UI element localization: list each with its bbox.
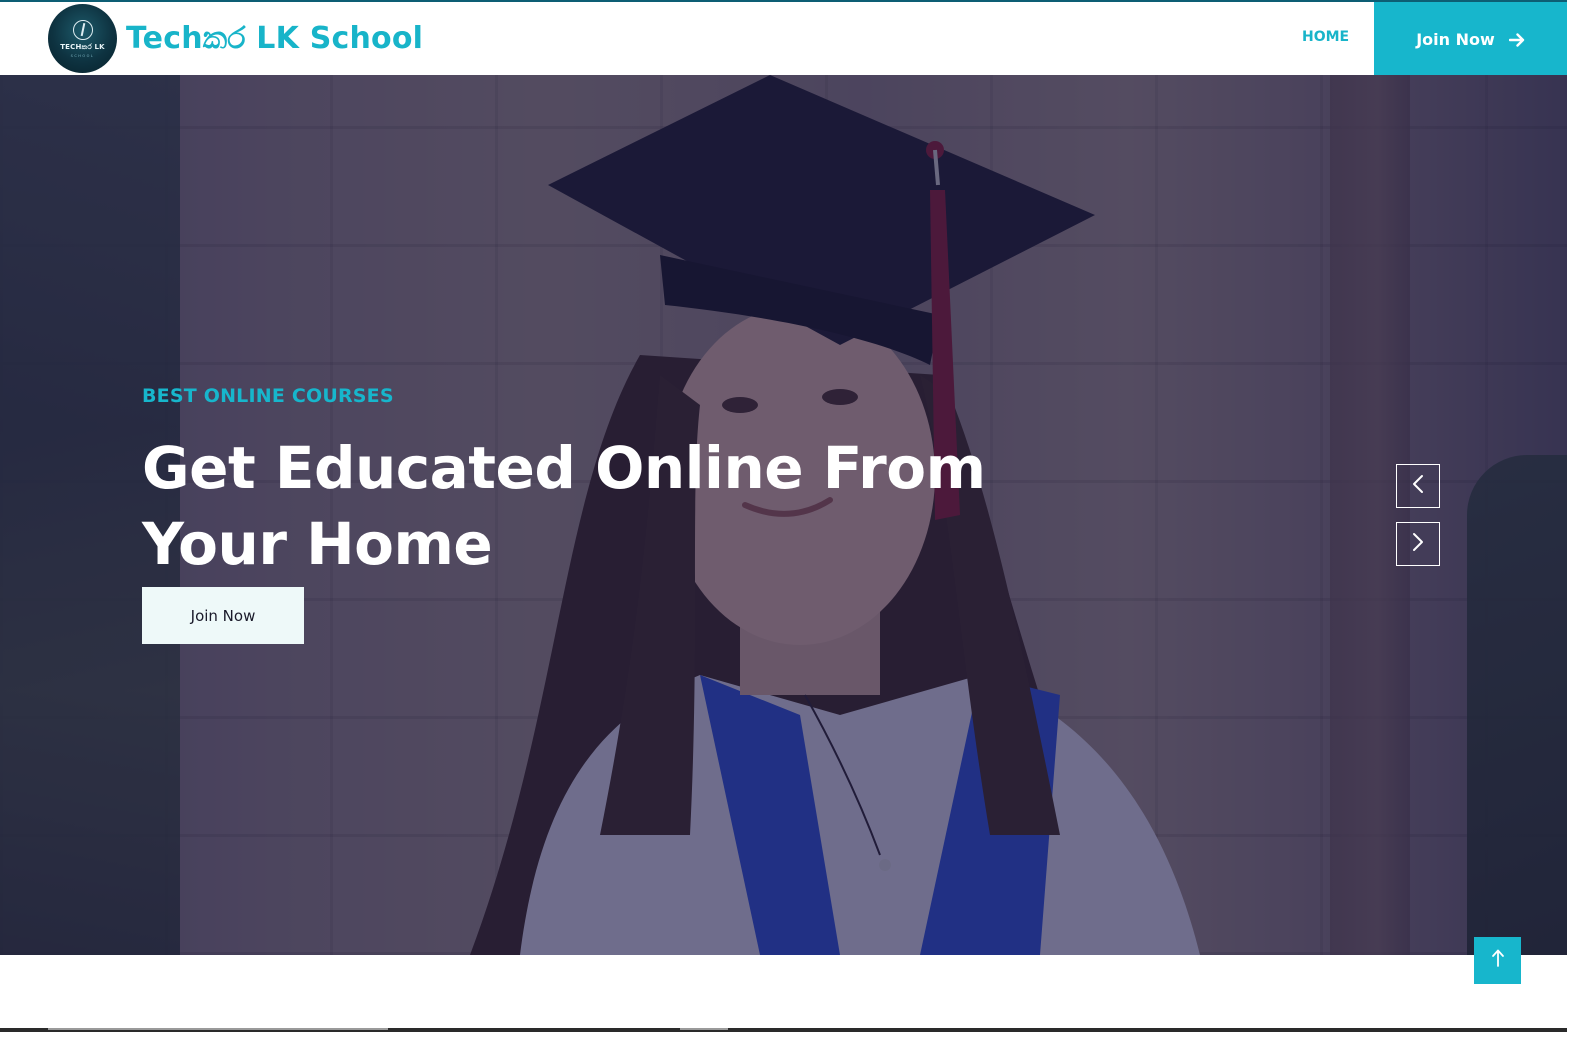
join-now-nav-button[interactable]: Join Now	[1374, 2, 1567, 77]
hero-title: Get Educated Online From Your Home	[142, 434, 986, 578]
logo: TECHකර LK SCHOOL	[48, 4, 117, 73]
carousel-next-button[interactable]	[1396, 522, 1440, 566]
chevron-left-icon	[1411, 474, 1425, 499]
logo-text: TECHකර LK	[60, 42, 105, 51]
arrow-up-icon	[1491, 948, 1505, 973]
navbar: TECHකර LK SCHOOL Techකර LK School HOME J…	[0, 0, 1585, 77]
brand-name: Techකර LK School	[126, 21, 424, 56]
chevron-right-icon	[1411, 532, 1425, 557]
scrollbar-gutter	[1567, 0, 1585, 1043]
next-section-border-highlight	[48, 1028, 388, 1030]
join-now-nav-label: Join Now	[1416, 30, 1495, 49]
hero-slider: BEST ONLINE COURSES Get Educated Online …	[0, 75, 1567, 955]
brand-link[interactable]: TECHකර LK SCHOOL Techකර LK School	[48, 4, 423, 73]
page: TECHකර LK SCHOOL Techකර LK School HOME J…	[0, 0, 1585, 1043]
back-to-top-button[interactable]	[1474, 937, 1521, 984]
hero-join-now-button[interactable]: Join Now	[142, 587, 304, 644]
nav-link-home[interactable]: HOME	[1302, 29, 1349, 45]
arrow-right-icon	[1508, 32, 1525, 47]
carousel-prev-button[interactable]	[1396, 464, 1440, 508]
hero-kicker: BEST ONLINE COURSES	[142, 385, 394, 407]
compass-pen-icon	[72, 19, 93, 40]
logo-subtext: SCHOOL	[70, 53, 95, 58]
next-section-border-highlight	[680, 1028, 728, 1030]
